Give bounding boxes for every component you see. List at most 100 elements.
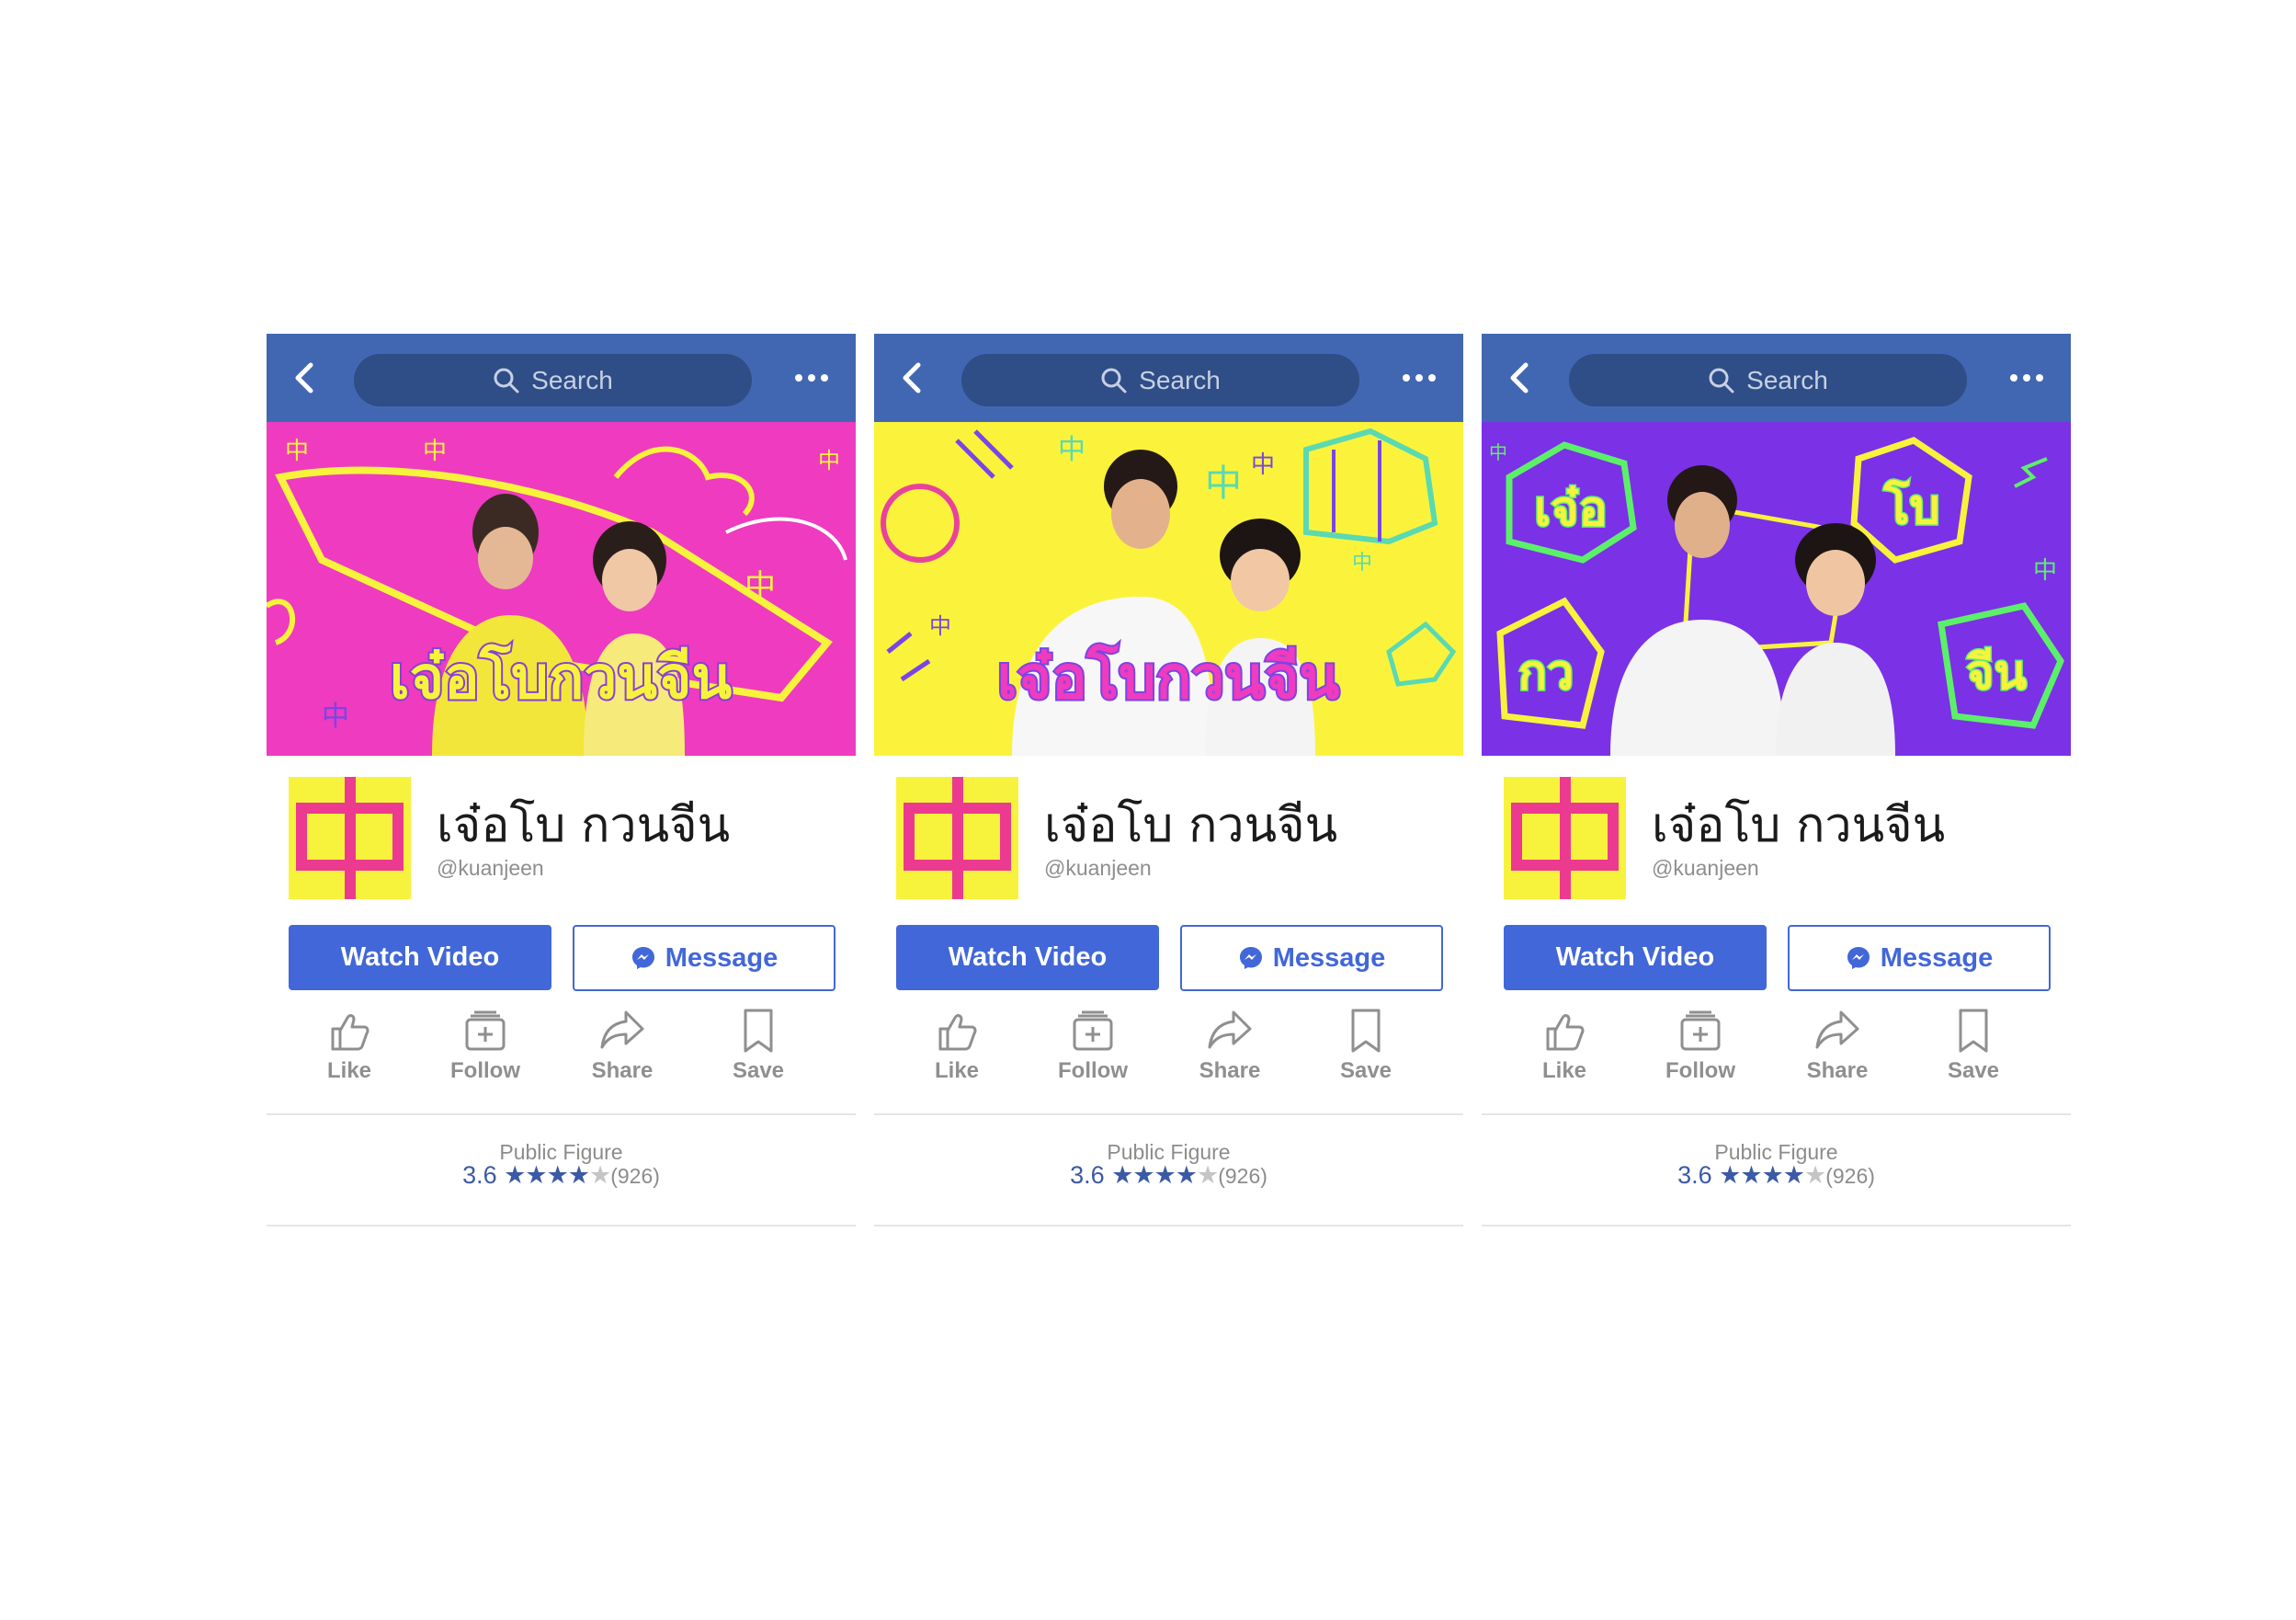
search-input[interactable]: Search xyxy=(1569,354,1967,406)
svg-text:中: 中 xyxy=(322,701,349,733)
like-button[interactable]: Like xyxy=(294,1005,404,1097)
back-arrow-icon[interactable] xyxy=(287,359,324,396)
search-placeholder: Search xyxy=(1139,365,1221,394)
like-icon xyxy=(938,1014,977,1051)
search-icon xyxy=(1101,368,1127,393)
follow-icon xyxy=(465,1010,506,1051)
follow-icon xyxy=(1680,1010,1721,1051)
cover-title: เจ๋อโบกวนจีน xyxy=(390,643,733,713)
search-placeholder: Search xyxy=(1746,365,1828,394)
cover-photo: 中 中 เจ๋อ โบ กว จีน xyxy=(1482,422,2071,756)
star-icon: ★★★★ xyxy=(1719,1161,1805,1189)
like-button[interactable]: Like xyxy=(902,1005,1012,1097)
message-label: Message xyxy=(665,942,779,973)
rating-value: 3.6 xyxy=(462,1161,497,1189)
message-button[interactable]: Message xyxy=(1180,925,1443,991)
page-name: เจ๋อโบ กวนจีน xyxy=(1044,798,1338,853)
share-icon xyxy=(600,1010,644,1049)
star-icon-empty: ★ xyxy=(1196,1161,1219,1189)
share-button[interactable]: Share xyxy=(1175,1005,1285,1097)
save-label: Save xyxy=(1947,1058,2000,1083)
divider xyxy=(1482,1113,2071,1115)
action-bar: Like Follow Share Save xyxy=(267,1005,856,1097)
svg-text:中: 中 xyxy=(744,568,776,605)
search-input[interactable]: Search xyxy=(354,354,752,406)
share-button[interactable]: Share xyxy=(1782,1005,1892,1097)
save-icon xyxy=(744,1009,773,1053)
navigation-bar: Search xyxy=(267,334,856,422)
follow-button[interactable]: Follow xyxy=(1645,1005,1756,1097)
like-icon xyxy=(331,1014,369,1051)
star-icon-empty: ★ xyxy=(1803,1161,1826,1189)
navigation-bar: Search xyxy=(874,334,1463,422)
back-arrow-icon[interactable] xyxy=(1502,359,1539,396)
action-bar: Like Follow Share Save xyxy=(1482,1005,2071,1097)
message-button[interactable]: Message xyxy=(573,925,835,991)
search-placeholder: Search xyxy=(531,365,613,394)
watch-video-button[interactable]: Watch Video xyxy=(289,925,551,990)
cover-photo: 中 中 中 中 中 中 เจ๋อโบกวนจีน xyxy=(267,422,856,756)
like-label: Like xyxy=(326,1058,372,1083)
cover-word-1: เจ๋อ xyxy=(1534,482,1607,537)
page-mockup-1: Search 中 中 中 中 中 中 เจ๋อโบกวนจีน xyxy=(267,334,856,1226)
share-button[interactable]: Share xyxy=(567,1005,677,1097)
follow-label: Follow xyxy=(450,1058,520,1083)
share-icon xyxy=(1208,1010,1252,1049)
svg-text:中: 中 xyxy=(285,438,309,465)
page-mockup-3: Search 中 中 เจ๋อ โบ กว จีน เจ๋อโบ กวนจีน … xyxy=(1482,334,2071,1226)
share-label: Share xyxy=(1806,1058,1869,1083)
watch-video-button[interactable]: Watch Video xyxy=(1504,925,1767,990)
like-button[interactable]: Like xyxy=(1509,1005,1620,1097)
more-icon[interactable] xyxy=(1396,361,1442,394)
more-icon[interactable] xyxy=(2004,361,2050,394)
divider xyxy=(267,1225,856,1226)
save-button[interactable]: Save xyxy=(703,1005,813,1097)
more-icon[interactable] xyxy=(789,361,835,394)
rating: 3.6 ★★★★★(926) xyxy=(267,1161,856,1190)
svg-text:中: 中 xyxy=(1251,451,1275,479)
like-label: Like xyxy=(934,1058,980,1083)
cover-title: เจ๋อโบกวนจีน xyxy=(997,643,1340,713)
follow-icon xyxy=(1073,1010,1113,1051)
profile-picture xyxy=(1504,777,1626,899)
svg-text:中: 中 xyxy=(2033,557,2057,585)
share-label: Share xyxy=(1199,1058,1261,1083)
follow-label: Follow xyxy=(1665,1058,1735,1083)
search-icon xyxy=(494,368,519,393)
message-button[interactable]: Message xyxy=(1788,925,2051,991)
svg-text:中: 中 xyxy=(1352,552,1372,575)
star-icon: ★★★★ xyxy=(1111,1161,1198,1189)
share-label: Share xyxy=(591,1058,654,1083)
navigation-bar: Search xyxy=(1482,334,2071,422)
follow-button[interactable]: Follow xyxy=(430,1005,540,1097)
save-button[interactable]: Save xyxy=(1918,1005,2029,1097)
page-mockup-2: Search 中 中 中 中 中 เจ๋อโบกวนจีน เจ๋อโบ กวน… xyxy=(874,334,1463,1226)
messenger-icon xyxy=(1239,947,1262,969)
star-icon: ★★★★ xyxy=(504,1161,590,1189)
review-count: (926) xyxy=(1218,1164,1267,1188)
rating: 3.6 ★★★★★(926) xyxy=(1482,1161,2071,1190)
save-label: Save xyxy=(1339,1058,1392,1083)
page-name: เจ๋อโบ กวนจีน xyxy=(1652,798,1946,853)
watch-video-button[interactable]: Watch Video xyxy=(896,925,1159,990)
svg-text:中: 中 xyxy=(929,613,951,639)
message-label: Message xyxy=(1272,942,1386,973)
cover-word-3: กว xyxy=(1518,645,1574,701)
profile-picture xyxy=(289,777,411,899)
cover-word-2: โบ xyxy=(1883,478,1940,535)
page-name: เจ๋อโบ กวนจีน xyxy=(437,798,731,853)
rating-value: 3.6 xyxy=(1677,1161,1712,1189)
cover-word-4: จีน xyxy=(1966,645,2027,701)
save-label: Save xyxy=(732,1058,785,1083)
save-button[interactable]: Save xyxy=(1311,1005,1421,1097)
divider xyxy=(267,1113,856,1115)
back-arrow-icon[interactable] xyxy=(894,359,931,396)
divider xyxy=(874,1113,1463,1115)
star-icon-empty: ★ xyxy=(588,1161,611,1189)
share-icon xyxy=(1815,1010,1859,1049)
search-input[interactable]: Search xyxy=(961,354,1359,406)
follow-button[interactable]: Follow xyxy=(1038,1005,1148,1097)
messenger-icon xyxy=(1847,947,1870,969)
review-count: (926) xyxy=(1825,1164,1875,1188)
message-label: Message xyxy=(1880,942,1994,973)
